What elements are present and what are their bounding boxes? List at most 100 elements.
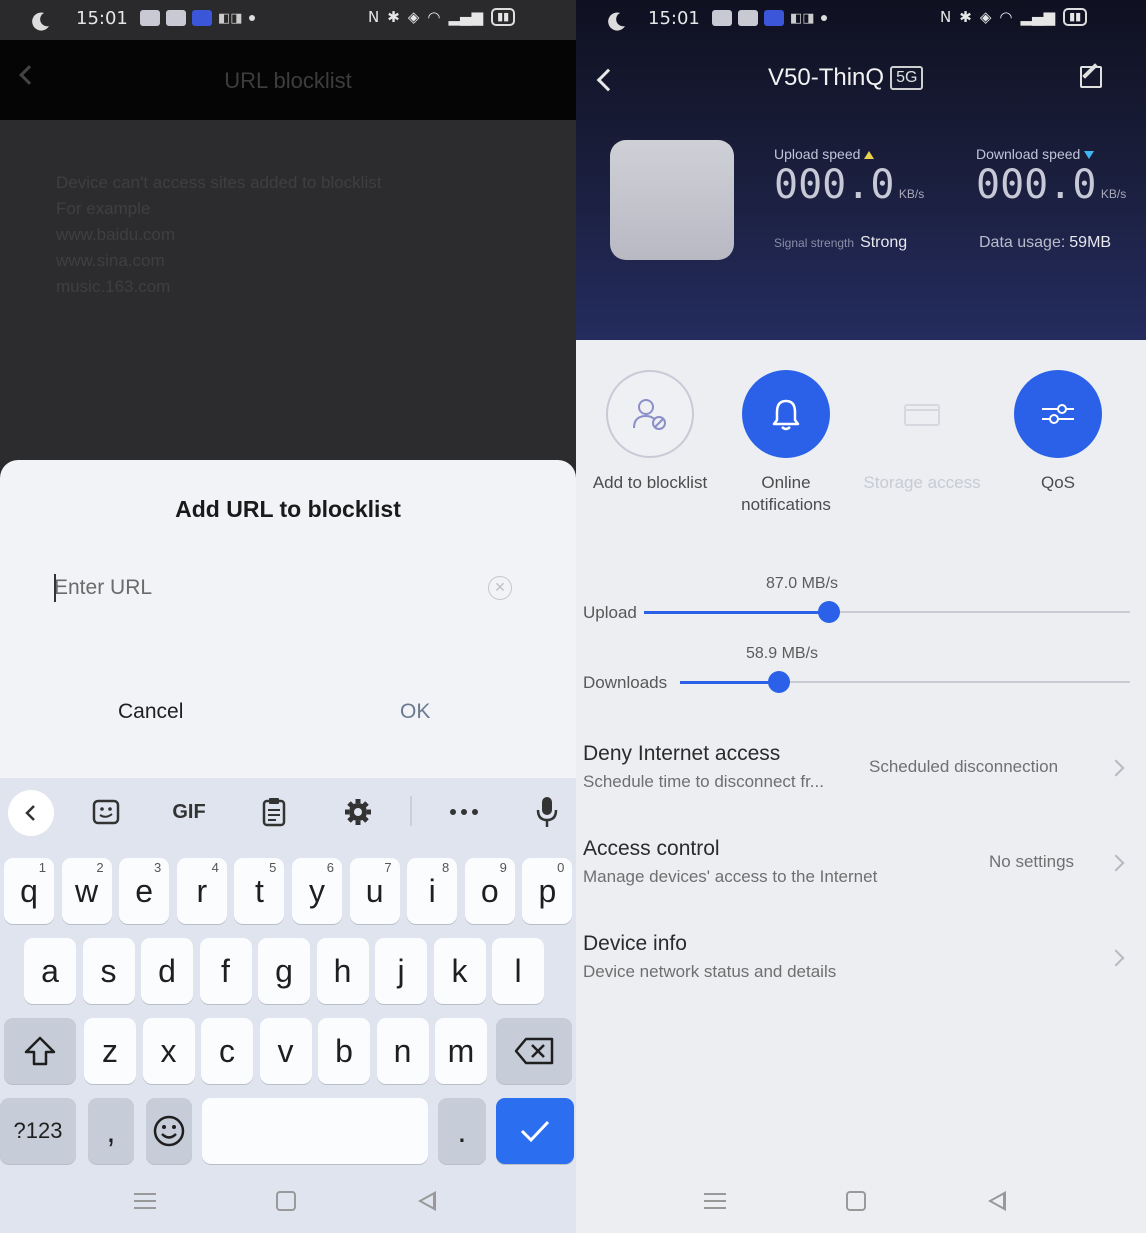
upload-slider-thumb[interactable] — [817, 601, 840, 623]
download-limit-slider[interactable]: 58.9 MB/s Downloads — [576, 645, 1146, 705]
key-d[interactable]: d — [141, 938, 193, 1004]
keyboard-collapse-button[interactable] — [8, 790, 54, 836]
space-key[interactable] — [202, 1098, 428, 1164]
key-a[interactable]: a — [24, 938, 76, 1004]
key-k[interactable]: k — [433, 938, 486, 1004]
key-p[interactable]: p0 — [522, 858, 573, 924]
blocklist-content: Device can't access sites added to block… — [0, 120, 576, 460]
key-l[interactable]: l — [492, 938, 544, 1004]
key-s[interactable]: s — [82, 938, 135, 1004]
device-info-row[interactable]: Device info Device network status and de… — [576, 930, 1146, 1010]
home-icon[interactable] — [276, 1191, 296, 1211]
vpn-icon: ◧◨ — [790, 10, 815, 26]
done-key[interactable] — [496, 1098, 574, 1164]
cancel-button[interactable]: Cancel — [118, 700, 183, 724]
online-notifications-button[interactable] — [742, 370, 830, 458]
folder-icon — [904, 404, 940, 426]
key-w[interactable]: w2 — [61, 858, 112, 924]
key-e[interactable]: e3 — [119, 858, 170, 924]
clipboard-icon — [262, 798, 286, 827]
data-usage-value: 59MB — [1069, 234, 1112, 251]
key-r[interactable]: r4 — [176, 858, 227, 924]
access-control-value: No settings — [989, 852, 1075, 871]
key-v[interactable]: v — [259, 1018, 312, 1084]
key-u[interactable]: u7 — [349, 858, 400, 924]
mail-icon — [140, 10, 160, 26]
period-key[interactable]: . — [438, 1098, 486, 1164]
key-z[interactable]: z — [84, 1018, 136, 1084]
upload-limit-slider[interactable]: 87.0 MB/s Upload — [576, 575, 1146, 635]
key-q[interactable]: q1 — [4, 858, 54, 924]
url-input[interactable] — [54, 568, 474, 608]
gif-button[interactable]: GIF — [164, 792, 214, 832]
access-control-row[interactable]: Access control Manage devices' access to… — [576, 835, 1146, 915]
symbols-key[interactable]: ?123 — [0, 1098, 76, 1164]
key-h[interactable]: h — [316, 938, 369, 1004]
back-arrow-icon[interactable] — [596, 68, 620, 92]
key-y[interactable]: y6 — [292, 858, 342, 924]
ok-button[interactable]: OK — [400, 700, 430, 724]
recent-apps-icon[interactable] — [704, 1193, 726, 1209]
backspace-key[interactable] — [496, 1018, 572, 1084]
right-screen: 15:01 ◧◨ N ✱ ◈ ◠ ▂▄▆ ▮▮ V50-ThinQ 5G Upl… — [576, 0, 1146, 1233]
clear-input-icon[interactable]: ✕ — [488, 576, 512, 600]
home-icon[interactable] — [846, 1191, 866, 1211]
edit-icon[interactable] — [1080, 66, 1102, 88]
comma-key[interactable]: , — [88, 1098, 134, 1164]
online-notifications-label: Online notifications — [741, 473, 831, 514]
qos-button[interactable] — [1014, 370, 1102, 458]
status-bar: 15:01 ◧◨ N ✱ ◈ ◠ ▂▄▆ ▮▮ — [0, 0, 576, 40]
key-m[interactable]: m — [435, 1018, 487, 1084]
storage-access-label: Storage access — [863, 473, 981, 492]
upload-limit-value: 87.0 MB/s — [766, 575, 839, 592]
qos-action[interactable]: QoS — [990, 370, 1126, 494]
sticker-button[interactable] — [86, 792, 126, 832]
key-o[interactable]: o9 — [464, 858, 515, 924]
bell-icon — [772, 399, 800, 431]
microphone-icon — [536, 797, 558, 827]
key-f[interactable]: f — [199, 938, 252, 1004]
nav-back-icon[interactable] — [988, 1191, 1006, 1211]
key-c[interactable]: c — [201, 1018, 253, 1084]
blocklist-hint: Device can't access sites added to block… — [56, 173, 382, 296]
key-t[interactable]: t5 — [234, 858, 285, 924]
access-control-title: Access control — [583, 837, 720, 860]
battery-icon: ▮▮ — [1063, 8, 1088, 26]
key-w-number-hint: 2 — [96, 860, 104, 875]
nav-back-icon[interactable] — [418, 1191, 436, 1211]
navigation-bar — [576, 1173, 1146, 1233]
chevron-right-icon — [1107, 949, 1125, 967]
recent-apps-icon[interactable] — [134, 1193, 156, 1209]
key-p-number-hint: 0 — [557, 860, 565, 875]
left-screen: 15:01 ◧◨ N ✱ ◈ ◠ ▂▄▆ ▮▮ URL blocklist De… — [0, 0, 576, 1233]
shift-key[interactable] — [4, 1018, 76, 1084]
vpn-icon: ◧◨ — [218, 10, 243, 26]
key-b[interactable]: b — [318, 1018, 370, 1084]
add-to-blocklist-action[interactable]: Add to blocklist — [582, 370, 718, 494]
device-image — [610, 140, 734, 260]
settings-button[interactable] — [340, 792, 376, 832]
key-i[interactable]: i8 — [407, 858, 458, 924]
download-speed-value: 000.0 — [976, 162, 1097, 208]
youtube-icon — [738, 10, 758, 26]
notification-icons: ◧◨ — [712, 10, 827, 26]
deny-internet-access-row[interactable]: Deny Internet access Schedule time to di… — [576, 740, 1146, 820]
add-to-blocklist-button[interactable] — [606, 370, 694, 458]
key-r-number-hint: 4 — [211, 860, 219, 875]
emoji-icon — [153, 1115, 185, 1147]
more-button[interactable] — [444, 792, 484, 832]
key-j[interactable]: j — [375, 938, 427, 1004]
status-time: 15:01 — [76, 8, 128, 29]
toolbar-divider — [410, 796, 412, 826]
clipboard-button[interactable] — [256, 792, 292, 832]
access-control-subtitle: Manage devices' access to the Internet — [583, 867, 878, 886]
key-g[interactable]: g — [258, 938, 310, 1004]
voice-input-button[interactable] — [530, 792, 564, 832]
more-dot-icon — [248, 15, 255, 21]
download-slider-thumb[interactable] — [768, 671, 790, 693]
key-n[interactable]: n — [376, 1018, 429, 1084]
emoji-key[interactable] — [146, 1098, 192, 1164]
online-notifications-action[interactable]: Online notifications — [718, 370, 854, 516]
key-e-number-hint: 3 — [153, 860, 162, 875]
key-x[interactable]: x — [142, 1018, 195, 1084]
